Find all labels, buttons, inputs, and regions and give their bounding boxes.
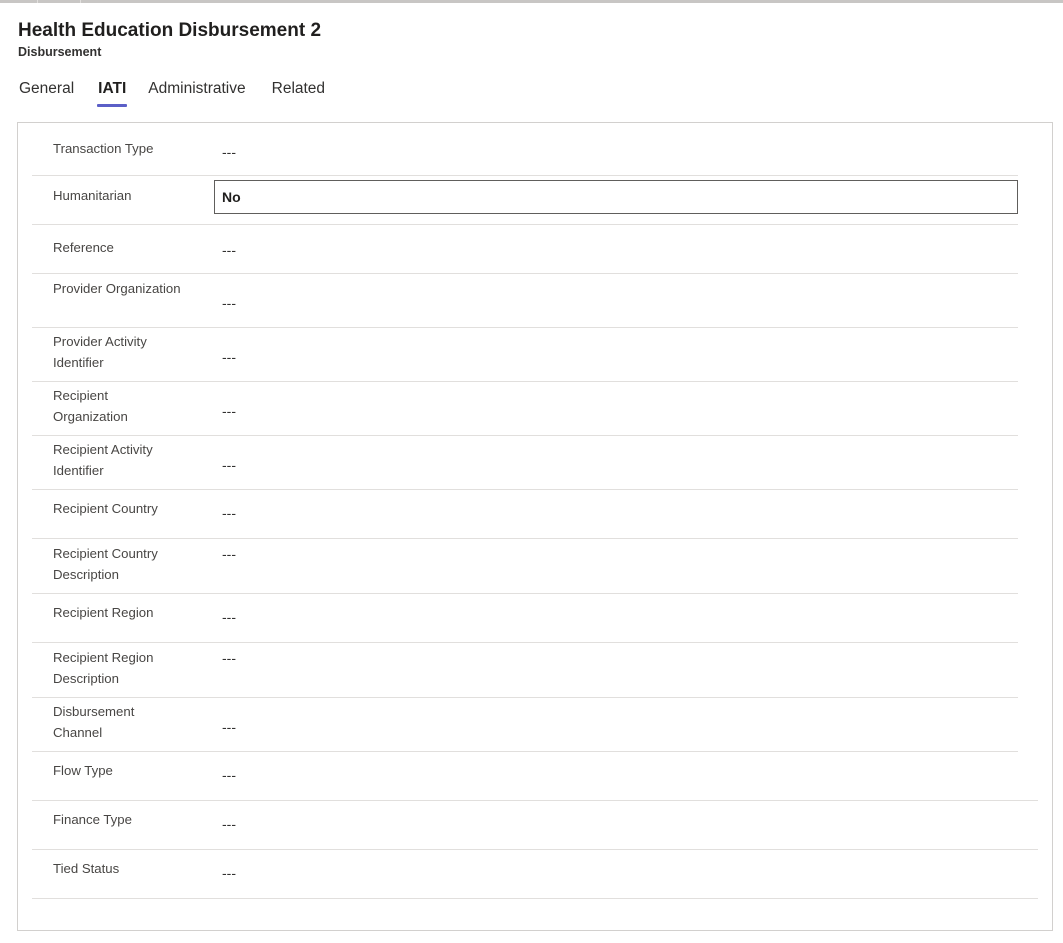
field-row-provider-organization: Provider Organization --- xyxy=(32,274,1018,328)
provider-organization-value[interactable]: --- xyxy=(222,294,236,312)
recipient-organization-value[interactable]: --- xyxy=(222,402,236,420)
finance-type-value[interactable]: --- xyxy=(222,815,236,833)
top-tab[interactable] xyxy=(0,0,38,3)
iati-section: Transaction Type --- Humanitarian No Ref… xyxy=(17,122,1053,931)
field-label: Disbursement Channel xyxy=(53,704,135,740)
provider-activity-identifier-value[interactable]: --- xyxy=(222,348,236,366)
form-tabs: General IATI Administrative Related xyxy=(18,79,346,109)
tied-status-value[interactable]: --- xyxy=(222,864,236,882)
humanitarian-field[interactable]: No xyxy=(214,180,1018,214)
recipient-region-value[interactable]: --- xyxy=(222,608,236,626)
page-title: Health Education Disbursement 2 xyxy=(18,20,322,41)
field-label: Flow Type xyxy=(53,763,113,778)
field-row-reference: Reference --- xyxy=(32,225,1018,274)
recipient-country-description-value[interactable]: --- xyxy=(222,545,236,563)
field-label: Recipient Region Description xyxy=(53,650,154,686)
field-row-disbursement-channel: Disbursement Channel --- xyxy=(32,698,1018,752)
field-row-finance-type: Finance Type --- xyxy=(32,801,1038,850)
field-row-tied-status: Tied Status --- xyxy=(32,850,1038,899)
field-label: Humanitarian xyxy=(53,188,132,203)
field-label: Transaction Type xyxy=(53,141,154,156)
field-row-recipient-country-description: Recipient Country Description --- xyxy=(32,539,1018,594)
recipient-region-description-value[interactable]: --- xyxy=(222,649,236,667)
field-label: Provider Activity Identifier xyxy=(53,334,147,370)
field-label: Provider Organization xyxy=(53,281,181,296)
field-row-recipient-region: Recipient Region --- xyxy=(32,594,1018,643)
transaction-type-value[interactable]: --- xyxy=(222,143,236,161)
tab-related[interactable]: Related xyxy=(271,79,326,107)
field-label: Recipient Country Description xyxy=(53,546,158,582)
top-tab-strip xyxy=(0,0,1063,3)
field-row-recipient-organization: Recipient Organization --- xyxy=(32,382,1018,436)
field-label: Finance Type xyxy=(53,812,132,827)
field-label: Reference xyxy=(53,240,114,255)
recipient-country-value[interactable]: --- xyxy=(222,504,236,522)
field-row-transaction-type: Transaction Type --- xyxy=(32,126,1018,176)
entity-type-label: Disbursement xyxy=(18,45,102,59)
tab-administrative[interactable]: Administrative xyxy=(147,79,246,107)
field-row-flow-type: Flow Type --- xyxy=(32,752,1038,801)
field-label: Tied Status xyxy=(53,861,120,876)
recipient-activity-identifier-value[interactable]: --- xyxy=(222,456,236,474)
top-tab[interactable] xyxy=(38,0,81,3)
tab-general[interactable]: General xyxy=(18,79,75,107)
field-row-provider-activity-identifier: Provider Activity Identifier --- xyxy=(32,328,1018,382)
field-label: Recipient Organization xyxy=(53,388,128,424)
flow-type-value[interactable]: --- xyxy=(222,766,236,784)
reference-value[interactable]: --- xyxy=(222,241,236,259)
field-row-humanitarian: Humanitarian No xyxy=(32,176,1018,225)
field-row-recipient-country: Recipient Country --- xyxy=(32,490,1018,539)
field-row-recipient-region-description: Recipient Region Description --- xyxy=(32,643,1018,698)
disbursement-channel-value[interactable]: --- xyxy=(222,718,236,736)
tab-iati[interactable]: IATI xyxy=(97,79,128,107)
field-row-recipient-activity-identifier: Recipient Activity Identifier --- xyxy=(32,436,1018,490)
field-label: Recipient Region xyxy=(53,605,154,620)
field-label: Recipient Activity Identifier xyxy=(53,442,153,478)
field-label: Recipient Country xyxy=(53,501,158,516)
